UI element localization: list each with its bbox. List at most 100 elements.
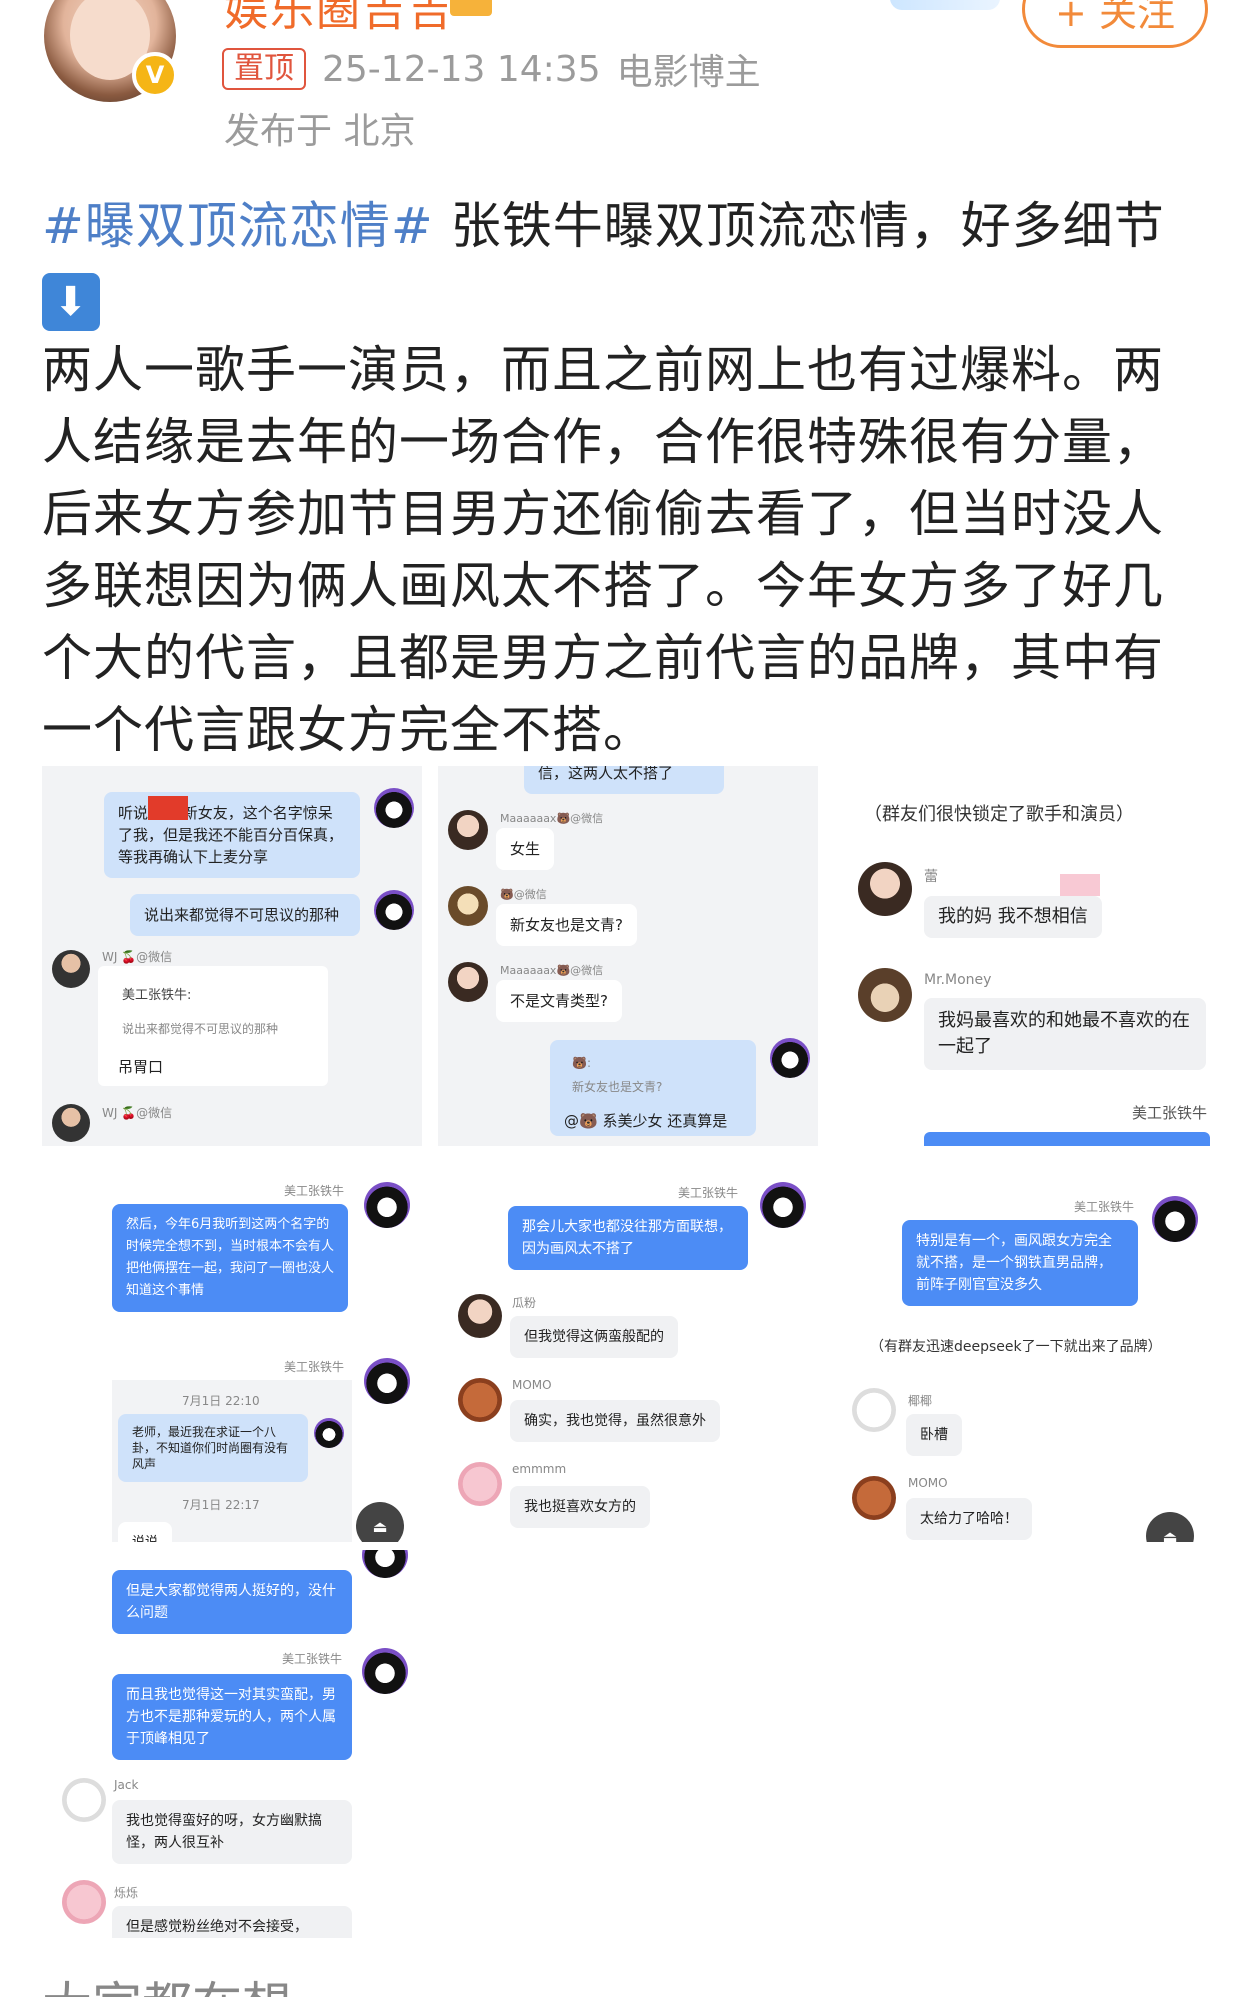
chat-message: 但我觉得这俩蛮般配的 [510,1316,678,1358]
chat-message: 然后，今年6月我听到这两个名字的时候完全想不到，当时根本不会有人把他俩摆在一起，… [112,1204,348,1312]
chat-time: 7月1日 22:17 [182,1498,260,1512]
post-line-2: 两人一歌手一演员，而且之前网上也有过爆料。两 [42,341,1164,399]
chat-avatar [362,1648,408,1694]
post-meta: 置顶 25-12-13 14:35 电影博主 [222,46,761,93]
post-body: #曝双顶流恋情# 张铁牛曝双顶流恋情，好多细节 ⬇ 两人一歌手一演员，而且之前网… [42,190,1222,766]
chat-screenshot-6[interactable]: 美工张铁牛 特别是有一个，画风跟女方完全就不搭，是一个钢铁直男品牌，前阵子刚官宣… [848,1170,1222,1542]
chat-username: MOMO [512,1378,552,1392]
chat-avatar [374,890,414,930]
chat-screenshot-7[interactable]: 但是大家都觉得两人挺好的，没什么问题 美工张铁牛 而且我也觉得这一对其实蛮配，男… [58,1550,418,1938]
chat-username: WJ 🍒@微信 [102,1106,173,1120]
verified-badge-icon: V [132,52,178,98]
chat-username: 美工张铁牛 [1132,1104,1208,1122]
chat-username: 美工张铁牛 [284,1184,345,1198]
chat-avatar [364,1182,410,1228]
chat-screenshot-4[interactable]: 美工张铁牛 然后，今年6月我听到这两个名字的时候完全想不到，当时根本不会有人把他… [108,1170,418,1542]
chat-message: 吊胃口 [118,1058,164,1076]
post-timestamp: 25-12-13 14:35 [322,48,601,90]
chat-avatar [852,1388,896,1432]
post-line-4: 后来女方参加节目男方还偷偷去看了，但当时没人 [42,485,1164,543]
chat-screenshot-5[interactable]: 美工张铁牛 那会儿大家也都没往那方面联想，因为画风太不搭了 瓜粉 但我觉得这俩蛮… [448,1170,818,1542]
chat-username: 美工张铁牛 [282,1652,343,1666]
chat-message: 我也觉得蛮好的呀，女方幽默搞怪，两人很互补 [112,1800,352,1864]
chat-username: Jack [114,1778,139,1792]
chat-avatar [458,1294,502,1338]
chat-avatar [52,1104,90,1142]
chat-message: 听说 有个新女友，这个名字惊呆了我，但是我还不能百分百保真，等我再确认下上麦分享 [104,792,360,878]
chat-avatar [448,962,488,1002]
user-tag: 电影博主 [616,52,761,93]
chat-username: Maaaaaax🐻@微信 [500,812,604,825]
chat-message: 确实，我也觉得，虽然很意外 [510,1400,720,1442]
chat-avatar [770,1038,810,1078]
chat-message: 特别是有一个，画风跟女方完全就不搭，是一个钢铁直男品牌，前阵子刚官宣没多久 [902,1220,1138,1306]
chat-avatar [374,788,414,828]
chat-message: 我的妈 我不想相信 [924,896,1102,938]
follow-button[interactable]: + 关注 [1022,0,1208,48]
chat-message: 女生 [496,828,555,870]
chat-message: 我也挺喜欢女方的 [510,1486,650,1528]
chat-avatar [458,1378,502,1422]
chat-avatar [760,1182,806,1228]
chat-avatar [62,1778,106,1822]
next-post-preview[interactable]: 大家都在想 [42,1966,292,1997]
chat-avatar [858,968,912,1022]
chat-username: emmmm [512,1462,567,1476]
chat-avatar [52,950,90,988]
chat-message: 信，这两人太不搭了 [524,766,724,794]
chat-screenshot-1[interactable]: 听说 有个新女友，这个名字惊呆了我，但是我还不能百分百保真，等我再确认下上麦分享… [42,766,422,1146]
level-badge-icon [450,0,492,16]
decoration-badge [890,0,1000,10]
chat-note: （群友们很快锁定了歌手和演员） [864,804,1134,825]
chat-message: 说说 [118,1522,173,1542]
chat-message: 但是感觉粉丝绝对不会接受， [112,1906,352,1938]
quote-text: 新女友也是文青? [572,1080,663,1094]
chat-username: 美工张铁牛 [284,1360,345,1374]
down-arrow-icon: ⬇ [42,272,100,331]
chat-avatar [1152,1196,1198,1242]
chat-message: 我妈最喜欢的和她最不喜欢的在一起了 [924,998,1206,1070]
chat-avatar [362,1550,408,1578]
chat-message: 说出来都觉得不可思议的那种 [130,894,360,936]
pinned-badge: 置顶 [222,48,306,90]
post-line-3: 人结缘是去年的一场合作，合作很特殊很有分量， [42,413,1164,471]
chat-time: 7月1日 22:10 [182,1394,260,1408]
chat-avatar [852,1476,896,1520]
chat-username: 烁烁 [114,1886,139,1900]
chat-message: 不是文青类型? [496,980,622,1022]
chat-username: 蕾 [924,869,938,885]
chat-message-partial [924,1132,1210,1146]
post-line-5: 多联想因为俩人画风太不搭了。今年女方多了好几 [42,557,1164,615]
chat-avatar [448,886,488,926]
chat-message: 新女友也是文青? [496,904,637,946]
quote-text: 说出来都觉得不可思议的那种 [122,1022,279,1036]
redaction-mark [1060,874,1100,896]
chat-avatar [458,1462,502,1506]
floating-button-icon[interactable]: ⏏ [356,1502,404,1542]
chat-message: 卧槽 [906,1414,962,1456]
hashtag-link[interactable]: #曝双顶流恋情# [42,197,434,255]
chat-avatar [314,1418,344,1448]
floating-button-icon[interactable]: ⏏ [1146,1512,1194,1542]
post-line-7: 一个代言跟女方完全不搭。 [42,701,654,759]
post-line-1: #曝双顶流恋情# 张铁牛曝双顶流恋情，好多细节 [42,190,1222,262]
chat-avatar [62,1880,106,1924]
post-text: 张铁牛曝双顶流恋情，好多细节 [450,197,1165,255]
post-line-6: 个大的代言，且都是男方之前代言的品牌，其中有 [42,629,1164,687]
chat-message: @🐻 系美少女 还真算是 [564,1112,728,1130]
chat-username: Maaaaaax🐻@微信 [500,964,604,977]
chat-message: 但是大家都觉得两人挺好的，没什么问题 [112,1570,352,1634]
post-location: 发布于 北京 [224,111,416,152]
author-name[interactable]: 娱乐圈吉吉 [224,0,454,38]
chat-username: WJ 🍒@微信 [102,950,173,964]
chat-screenshot-3[interactable]: （群友们很快锁定了歌手和演员） 蕾 我的妈 我不想相信 Mr.Money 我妈最… [840,766,1222,1146]
chat-username: 美工张铁牛 [1074,1200,1135,1214]
chat-screenshot-2[interactable]: 信，这两人太不搭了 Maaaaaax🐻@微信 女生 🐻@微信 新女友也是文青? … [438,766,818,1146]
chat-username: 🐻@微信 [500,888,547,901]
chat-avatar [448,810,488,850]
chat-username: 美工张铁牛 [678,1186,739,1200]
redaction-mark [148,796,188,820]
chat-message: 那会儿大家也都没往那方面联想，因为画风太不搭了 [508,1206,748,1270]
chat-message: 而且我也觉得这一对其实蛮配，男方也不是那种爱玩的人，两个人属于顶峰相见了 [112,1674,352,1760]
chat-message: 太给力了哈哈！ [906,1498,1032,1540]
